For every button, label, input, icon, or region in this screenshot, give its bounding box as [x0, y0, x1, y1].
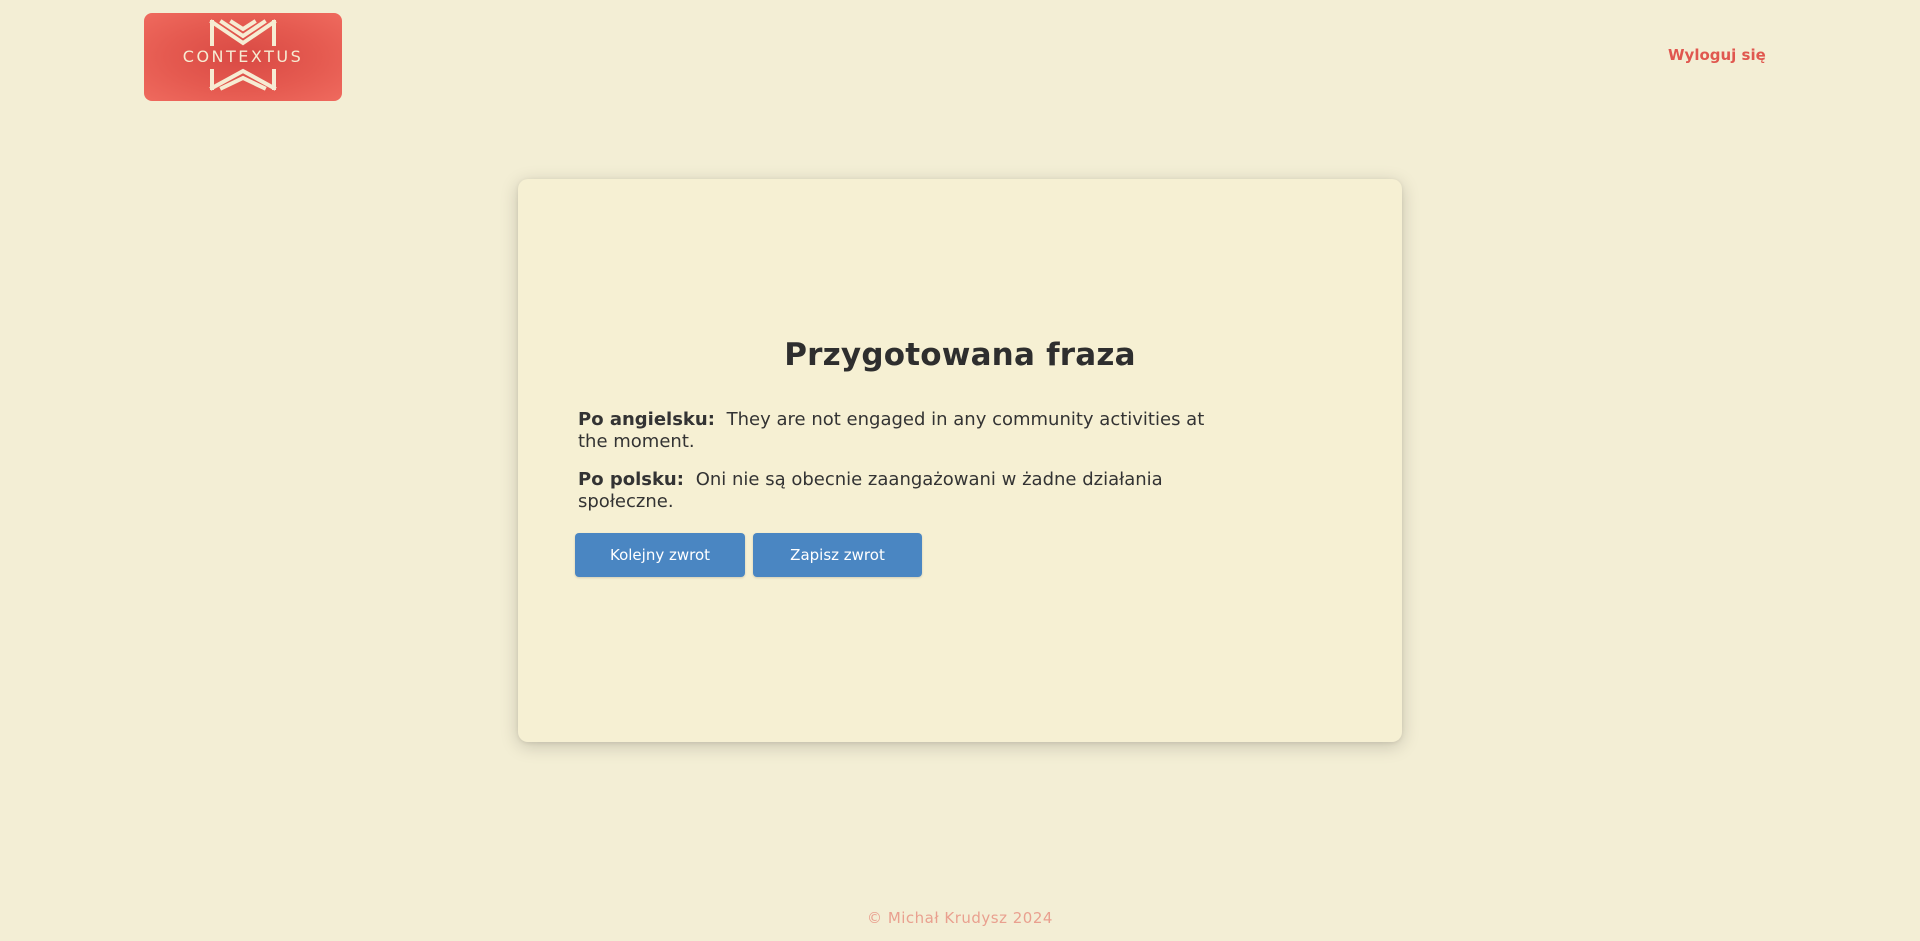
phrase-card: Przygotowana fraza Po angielsku: They ar…	[518, 179, 1402, 742]
english-phrase: Po angielsku: They are not engaged in an…	[578, 409, 1208, 453]
logo-text: CONTEXTUS	[182, 47, 304, 66]
page: CONTEXTUS Wyloguj się Przygotowana fraza…	[0, 0, 1920, 941]
footer-copyright: © Michał Krudysz 2024	[867, 909, 1053, 927]
save-phrase-button[interactable]: Zapisz zwrot	[753, 533, 922, 577]
logout-link[interactable]: Wyloguj się	[1668, 46, 1766, 64]
polish-label: Po polsku:	[578, 469, 684, 490]
english-label: Po angielsku:	[578, 409, 715, 430]
card-title: Przygotowana fraza	[784, 337, 1136, 373]
contextus-logo[interactable]: CONTEXTUS	[144, 13, 342, 101]
polish-phrase: Po polsku: Oni nie są obecnie zaangażowa…	[578, 469, 1208, 513]
next-phrase-button[interactable]: Kolejny zwrot	[575, 533, 745, 577]
